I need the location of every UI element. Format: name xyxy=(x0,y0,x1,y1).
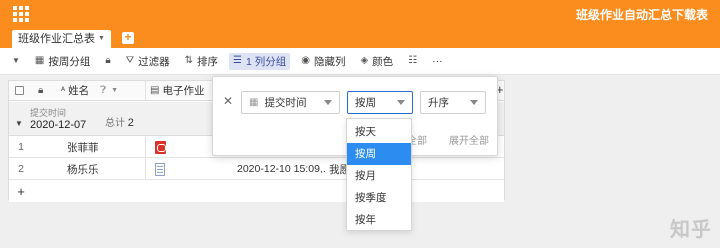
remove-group-icon[interactable]: ✕ xyxy=(223,94,233,108)
group-period-value: 按周 xyxy=(355,97,376,109)
hide-columns-label: 隐藏列 xyxy=(313,55,346,68)
add-row-button[interactable]: + xyxy=(9,181,33,202)
group-field-label: 提交时间 xyxy=(30,108,67,118)
column-divider xyxy=(145,159,146,179)
doc-file-icon[interactable] xyxy=(155,162,165,176)
chevron-down-icon[interactable]: ▼ xyxy=(111,87,118,94)
help-icon[interactable]: ❓︎ xyxy=(100,85,106,96)
app-root: 班级作业自动汇总下载表 班级作业汇总表 ▼ + ▼ ▦ 按周分组 🔒︎ ⛛ 过滤… xyxy=(0,0,720,248)
color-button[interactable]: ◈ 颜色 xyxy=(356,53,397,70)
tab-bar: 班级作业汇总表 ▼ + xyxy=(0,28,720,48)
table-row[interactable]: 2 杨乐乐 2020-12-10 15:09,... 我愿 xyxy=(9,159,504,180)
group-period-select[interactable]: 按周 xyxy=(347,91,413,114)
filter-button[interactable]: ⛛ 过滤器 xyxy=(122,53,174,70)
lock-button[interactable]: 🔒︎ xyxy=(101,53,114,70)
hide-columns-button[interactable]: ◉ 隐藏列 xyxy=(297,53,349,70)
add-row[interactable]: + xyxy=(9,181,504,202)
table-icon: ▦ xyxy=(34,55,45,66)
chevron-down-icon xyxy=(470,100,478,105)
group-field-select[interactable]: ▦ 提交时间 xyxy=(241,91,340,114)
column-name-label: 姓名 xyxy=(68,85,90,97)
filter-icon: ⛛ xyxy=(125,55,135,66)
top-bar: 班级作业自动汇总下载表 xyxy=(0,0,720,28)
eye-icon: ◉ xyxy=(301,55,310,66)
row-submit-time[interactable]: 2020-12-10 15:09,... xyxy=(233,159,325,179)
app-title: 班级作业自动汇总下载表 xyxy=(575,8,708,22)
group-order-value: 升序 xyxy=(428,97,449,109)
group-field-value: 提交时间 xyxy=(264,97,307,109)
option-day[interactable]: 按天 xyxy=(347,121,411,143)
row-file[interactable] xyxy=(151,159,171,179)
view-menu-button[interactable]: ▼ xyxy=(8,53,24,70)
row-file[interactable] xyxy=(151,137,171,157)
tab-summary[interactable]: 班级作业汇总表 ▼ xyxy=(12,30,111,48)
more-button[interactable]: ··· xyxy=(428,53,447,70)
column-divider xyxy=(145,137,146,157)
chevron-down-icon[interactable]: ▼ xyxy=(98,30,105,48)
select-all-cell[interactable] xyxy=(9,81,29,100)
column-header-name[interactable]: ᴬ 姓名 ❓︎ ▼ xyxy=(57,81,145,100)
text-field-icon: ᴬ xyxy=(61,85,66,95)
select-all-checkbox[interactable] xyxy=(14,86,24,95)
lock-cell: 🔒︎ xyxy=(33,81,57,100)
group-total-label: 总计 xyxy=(105,118,125,129)
lock-icon: 🔒︎ xyxy=(105,55,111,66)
watermark-text: 知乎 xyxy=(670,219,712,241)
color-label: 颜色 xyxy=(372,55,394,68)
row-height-button[interactable]: ☷ xyxy=(404,53,421,70)
sort-button[interactable]: ⇅ 排序 xyxy=(181,53,222,70)
field-icon: ▦ xyxy=(249,96,259,108)
row-name[interactable]: 张菲菲 xyxy=(63,137,143,157)
group-icon: ☰ xyxy=(233,55,242,66)
sort-icon: ⇅ xyxy=(184,55,193,66)
option-month[interactable]: 按月 xyxy=(347,165,411,187)
tab-label: 班级作业汇总表 xyxy=(18,33,95,45)
expand-all-link[interactable]: 展开全部 xyxy=(449,132,489,147)
row-index: 2 xyxy=(18,163,24,175)
row-height-icon: ☷ xyxy=(408,55,418,66)
group-date: 2020-12-07 xyxy=(30,119,87,131)
lock-icon: 🔒︎ xyxy=(38,84,44,96)
collapse-triangle-icon[interactable]: ▼ xyxy=(15,119,23,128)
apps-grid-icon[interactable] xyxy=(12,5,30,23)
filter-label: 过滤器 xyxy=(138,55,170,68)
group-total-count: 2 xyxy=(127,117,134,129)
period-dropdown: 按天 按周 按月 按季度 按年 xyxy=(346,118,412,231)
pdf-file-icon[interactable] xyxy=(155,140,166,154)
sort-label: 排序 xyxy=(197,55,218,68)
group-button[interactable]: ☰ 1 列分组 xyxy=(229,52,291,70)
chevron-down-icon xyxy=(324,100,332,105)
group-label: 1 列分组 xyxy=(245,55,287,68)
file-icon: ▤ xyxy=(150,84,160,96)
option-week[interactable]: 按周 xyxy=(347,143,411,165)
row-name[interactable]: 杨乐乐 xyxy=(63,159,143,179)
group-order-select[interactable]: 升序 xyxy=(420,91,486,114)
option-year[interactable]: 按年 xyxy=(347,209,411,231)
chevron-down-icon: ▼ xyxy=(12,56,20,65)
toolbar: ▼ ▦ 按周分组 🔒︎ ⛛ 过滤器 ⇅ 排序 ☰ 1 列分组 ◉ 隐藏列 ◈ 颜… xyxy=(0,48,720,75)
option-quarter[interactable]: 按季度 xyxy=(347,187,411,209)
group-by-week-button[interactable]: ▦ 按周分组 xyxy=(31,53,94,70)
add-tab-button[interactable]: + xyxy=(122,31,134,44)
column-file-label: 电子作业 xyxy=(162,85,205,97)
watermark: 知乎 xyxy=(670,213,712,242)
chevron-down-icon xyxy=(397,100,405,105)
group-by-week-label: 按周分组 xyxy=(48,55,91,68)
row-index: 1 xyxy=(18,141,24,153)
paint-bucket-icon: ◈ xyxy=(360,55,369,66)
group-total: 总计 2 xyxy=(105,114,134,129)
